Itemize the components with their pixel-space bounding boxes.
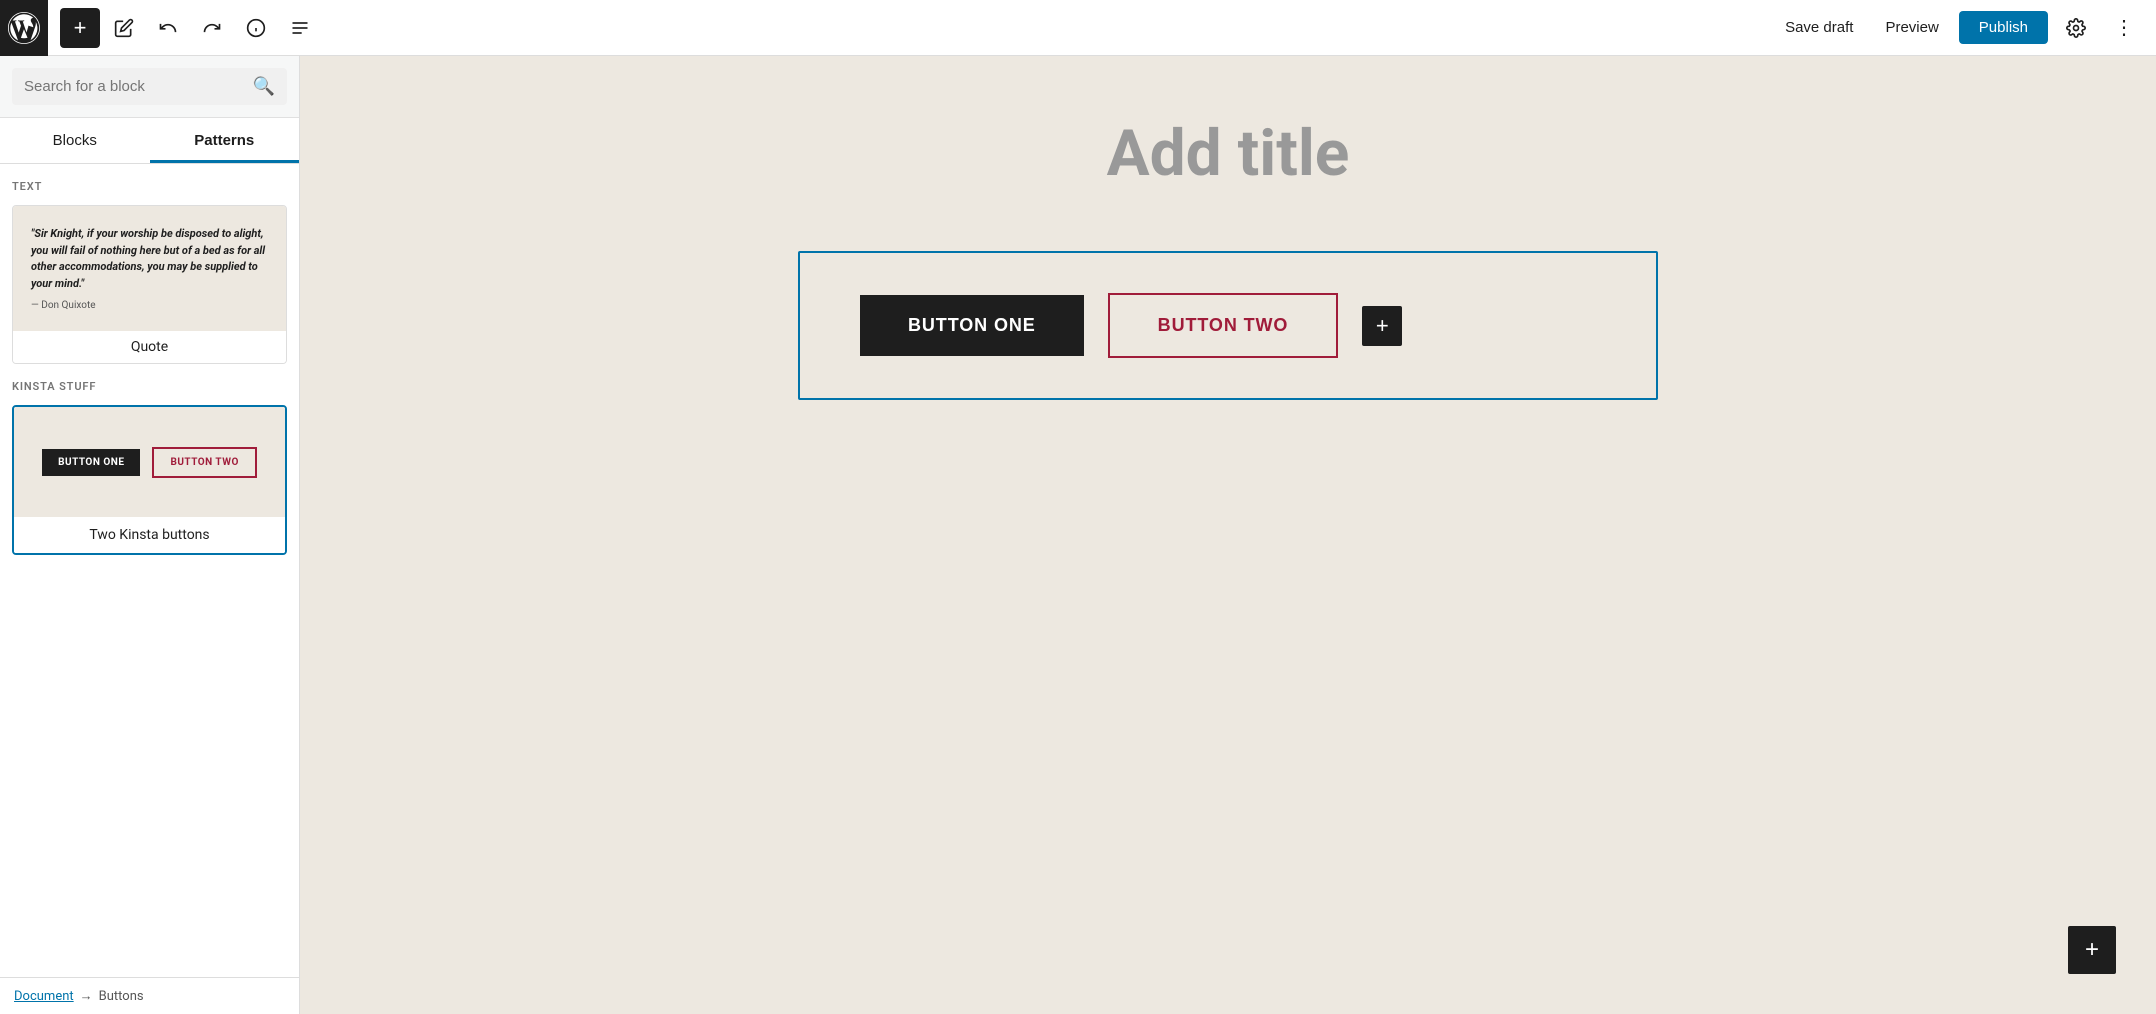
content-button-two[interactable]: BUTTON TWO: [1108, 293, 1339, 358]
kinsta-section-label: KINSTA STUFF: [12, 380, 287, 393]
topbar-right: Save draft Preview Publish ⋮: [1773, 8, 2144, 48]
add-block-button[interactable]: +: [60, 8, 100, 48]
preview-button[interactable]: Preview: [1873, 11, 1950, 44]
info-button[interactable]: [236, 8, 276, 48]
button-block: BUTTON ONE BUTTON TWO +: [798, 251, 1658, 400]
quote-card-label: Quote: [13, 331, 286, 363]
sidebar-content: TEXT "Sir Knight, if your worship be dis…: [0, 164, 299, 977]
content-button-one[interactable]: BUTTON ONE: [860, 295, 1084, 356]
search-input[interactable]: [24, 78, 245, 95]
edit-mode-button[interactable]: [104, 8, 144, 48]
mini-button-two: BUTTON TWO: [152, 447, 256, 478]
kinsta-card-preview: BUTTON ONE BUTTON TWO: [14, 407, 285, 517]
kinsta-buttons-card[interactable]: BUTTON ONE BUTTON TWO Two Kinsta buttons: [12, 405, 287, 555]
publish-button[interactable]: Publish: [1959, 11, 2048, 44]
undo-button[interactable]: [148, 8, 188, 48]
text-section-label: TEXT: [12, 180, 287, 193]
redo-button[interactable]: [192, 8, 232, 48]
kinsta-card-label: Two Kinsta buttons: [14, 517, 285, 553]
quote-attribution: — Don Quixote: [31, 300, 268, 311]
list-view-button[interactable]: [280, 8, 320, 48]
quote-text: "Sir Knight, if your worship be disposed…: [31, 226, 268, 292]
tab-blocks[interactable]: Blocks: [0, 118, 150, 163]
tabs: Blocks Patterns: [0, 118, 299, 164]
wp-logo: [0, 0, 48, 56]
search-icon: 🔍: [253, 76, 275, 97]
breadcrumb-document[interactable]: Document: [14, 989, 74, 1004]
search-box: 🔍: [12, 68, 287, 105]
save-draft-button[interactable]: Save draft: [1773, 11, 1865, 44]
mini-button-one: BUTTON ONE: [42, 449, 140, 476]
breadcrumb-arrow: →: [80, 988, 93, 1004]
kinsta-section: KINSTA STUFF BUTTON ONE BUTTON TWO Two K…: [12, 380, 287, 555]
tab-patterns[interactable]: Patterns: [150, 118, 300, 163]
topbar: + Save draft Preview Publish ⋮: [0, 0, 2156, 56]
text-section: TEXT "Sir Knight, if your worship be dis…: [12, 180, 287, 364]
sidebar: 🔍 Blocks Patterns TEXT "Sir Knight, if y…: [0, 56, 300, 1014]
breadcrumb: Document → Buttons: [0, 977, 299, 1014]
content-area: Add title BUTTON ONE BUTTON TWO + +: [300, 56, 2156, 1014]
add-bottom-block-button[interactable]: +: [2068, 926, 2116, 974]
quote-pattern-card[interactable]: "Sir Knight, if your worship be disposed…: [12, 205, 287, 364]
post-title[interactable]: Add title: [798, 116, 1658, 191]
breadcrumb-buttons: Buttons: [99, 989, 144, 1004]
quote-card-preview: "Sir Knight, if your worship be disposed…: [13, 206, 286, 331]
settings-button[interactable]: [2056, 8, 2096, 48]
more-options-button[interactable]: ⋮: [2104, 8, 2144, 48]
search-area: 🔍: [0, 56, 299, 118]
add-inline-block-button[interactable]: +: [1362, 306, 1402, 346]
main-layout: 🔍 Blocks Patterns TEXT "Sir Knight, if y…: [0, 56, 2156, 1014]
